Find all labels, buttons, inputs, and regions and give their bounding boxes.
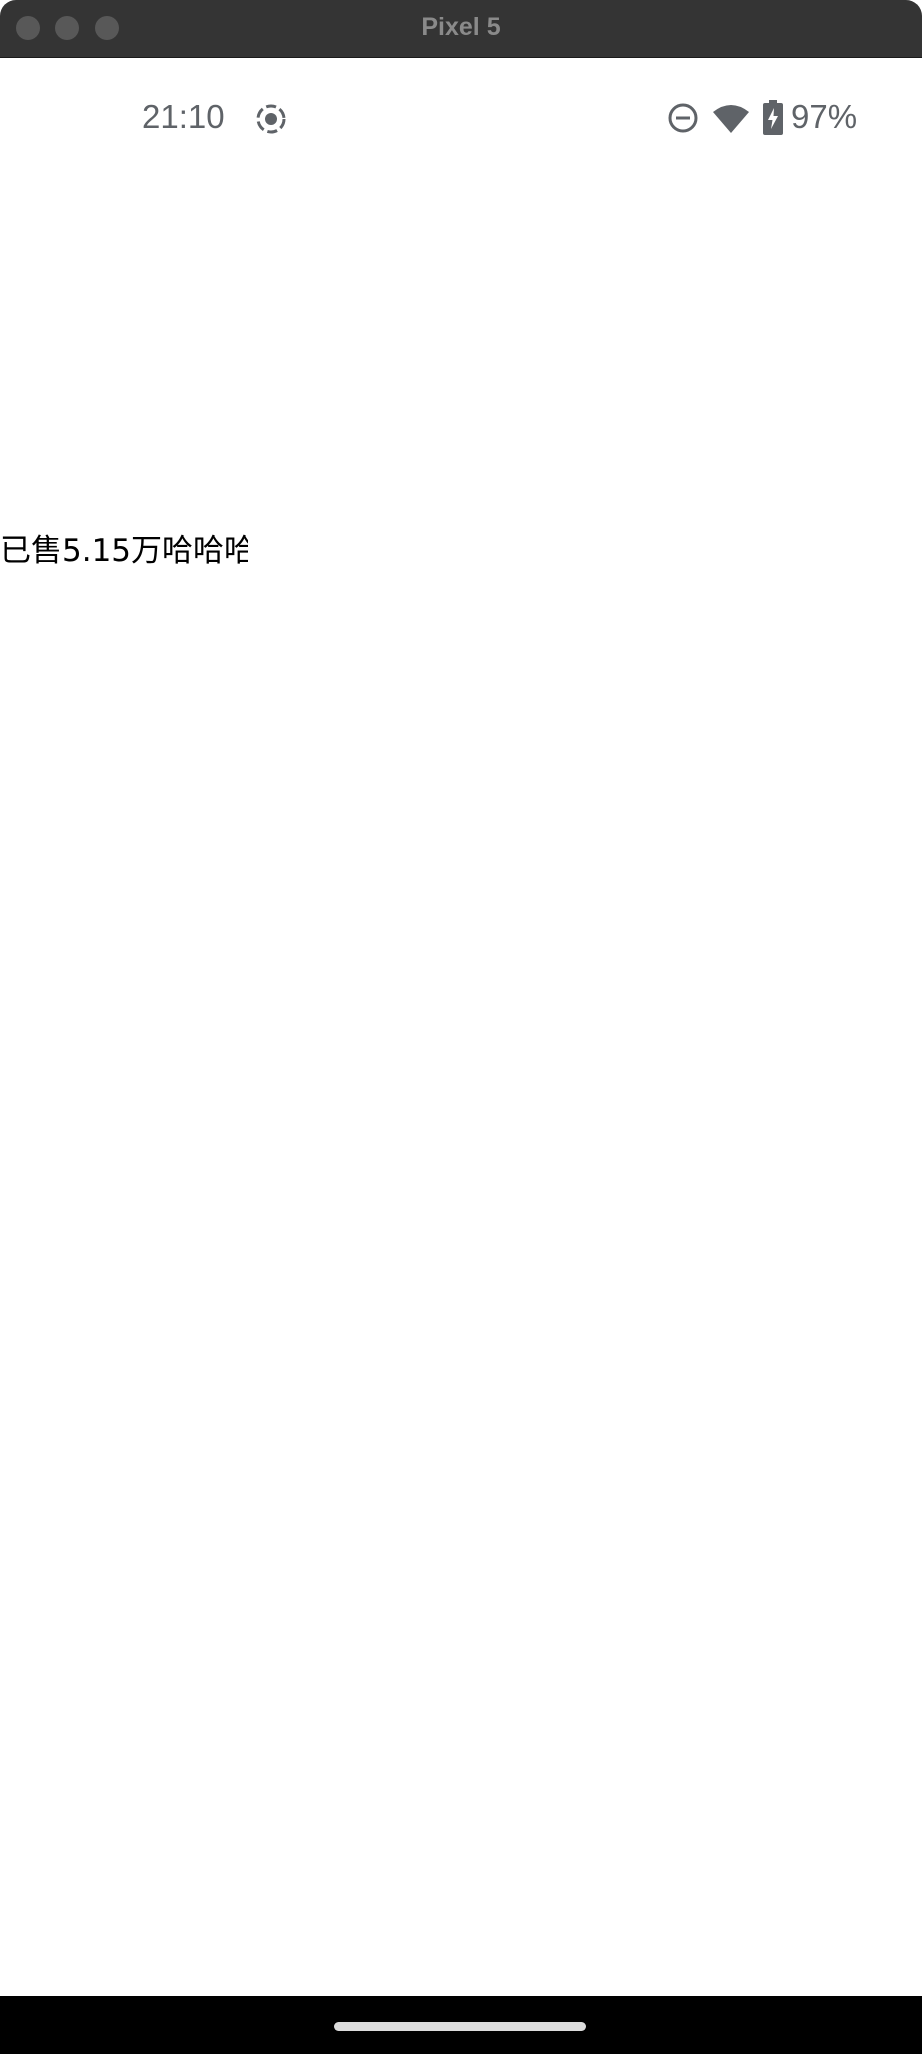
- home-gesture-handle[interactable]: [334, 2022, 586, 2031]
- battery-percentage: 97%: [791, 98, 858, 135]
- status-bar: 21:10 97%: [0, 58, 922, 178]
- app-content: 已售5.15万哈哈哈: [0, 178, 922, 1996]
- window-titlebar: Pixel 5: [0, 0, 922, 58]
- emulator-window: Pixel 5 21:10 97% 已售5.15万哈哈哈: [0, 0, 922, 2054]
- navigation-bar: [0, 1996, 922, 2054]
- do-not-disturb-icon: [668, 103, 698, 133]
- sold-count-label: 已售5.15万哈哈哈: [0, 533, 248, 569]
- window-title: Pixel 5: [421, 13, 501, 41]
- screen-record-icon: [256, 104, 286, 134]
- status-clock: 21:10: [142, 98, 225, 135]
- wifi-icon: [713, 105, 749, 133]
- battery-charging-icon: [763, 100, 783, 135]
